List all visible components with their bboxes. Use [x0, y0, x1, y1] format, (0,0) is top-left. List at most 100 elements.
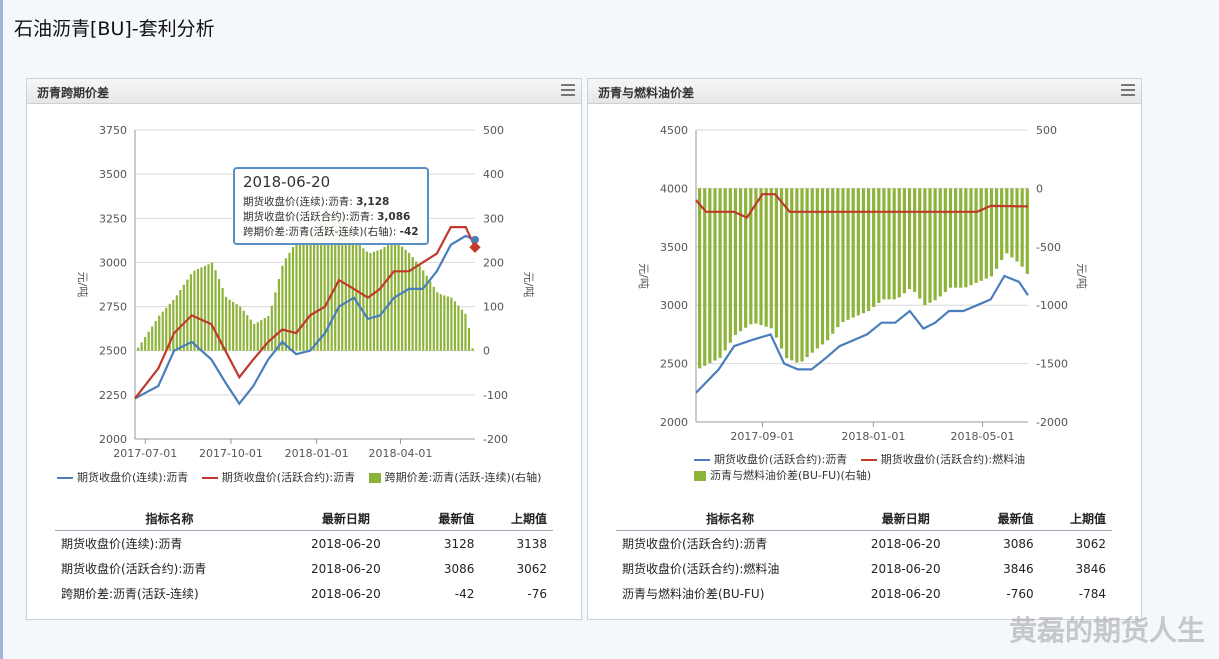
spread-bar	[718, 188, 722, 358]
y-right-tick-label: -500	[1036, 241, 1061, 254]
table-row: 期货收盘价(活跃合约):沥青 2018-06-20 3086 3062	[61, 561, 547, 577]
spread-bar	[270, 305, 273, 351]
spread-bar	[172, 299, 175, 351]
spread-bar	[351, 233, 354, 351]
spread-bar	[892, 188, 896, 300]
chart-legend: 期货收盘价(连续):沥青 期货收盘价(活跃合约):沥青 跨期价差:沥青(活跃-连…	[57, 469, 551, 485]
tooltip-line: 期货收盘价(活跃合约):沥青: 3,086	[243, 211, 411, 223]
x-tick-label: 2017-07-01	[113, 447, 177, 460]
spread-bar	[267, 315, 270, 351]
spread-bar	[200, 267, 203, 351]
spread-bar	[288, 252, 291, 351]
spread-bar	[158, 315, 161, 351]
spread-bar	[203, 265, 207, 351]
y-left-tick-label: 4500	[660, 124, 688, 137]
spread-bar	[210, 262, 214, 351]
table-row: 期货收盘价(活跃合约):沥青 2018-06-20 3086 3062	[622, 536, 1106, 552]
spread-bar	[759, 188, 763, 326]
spread-bar	[918, 188, 922, 299]
chart-intertemporal-spread: 3750350032503000275025002250200050040030…	[76, 124, 535, 460]
y-left-tick-label: 4000	[660, 182, 688, 195]
spread-bar	[989, 188, 994, 277]
spread-bar	[425, 275, 428, 351]
spread-bar	[744, 188, 748, 328]
chart-tooltip: 2018-06-20 期货收盘价(连续):沥青: 3,128 期货收盘价(活跃合…	[233, 167, 429, 245]
spread-bar	[182, 284, 185, 351]
spread-bar	[369, 253, 372, 351]
spread-bar	[810, 188, 814, 353]
y-right-tick-label: 200	[483, 256, 504, 269]
y-left-tick-label: 3000	[660, 299, 688, 312]
spread-bar	[439, 294, 442, 351]
x-tick-label: 2017-09-01	[730, 430, 794, 443]
spread-bar	[948, 188, 953, 288]
spread-bar	[897, 188, 901, 298]
spread-bar	[779, 188, 784, 349]
y-left-tick-label: 3000	[99, 256, 127, 269]
spread-bar	[846, 188, 850, 320]
spread-bar	[235, 304, 238, 351]
legend-item[interactable]: 期货收盘价(活跃合约):沥青	[201, 469, 355, 485]
tooltip-line: 跨期价差:沥青(活跃-连续)(右轴): -42	[243, 226, 419, 238]
spread-bar	[713, 188, 717, 361]
spread-bar	[1015, 188, 1019, 262]
spread-bar	[1000, 188, 1004, 260]
spread-bar	[774, 188, 778, 338]
spread-bar	[358, 244, 361, 351]
y-right-tick-label: -100	[483, 389, 508, 402]
spread-bar	[140, 342, 143, 351]
spread-bar	[365, 251, 368, 351]
legend-item[interactable]: 沥青与燃料油价差(BU-FU)(右轴)	[694, 467, 871, 483]
spread-bar	[291, 247, 295, 351]
menu-icon[interactable]	[1121, 84, 1135, 96]
spread-bar	[355, 241, 358, 351]
spread-bar	[933, 188, 937, 301]
legend-item[interactable]: 期货收盘价(活跃合约):沥青	[694, 451, 847, 467]
spread-bar	[281, 265, 284, 351]
spread-bar	[390, 242, 393, 351]
legend-item[interactable]: 跨期价差:沥青(活跃-连续)(右轴)	[368, 469, 541, 485]
spread-bar	[401, 246, 404, 351]
spread-bar	[790, 188, 794, 361]
window-edge	[0, 0, 3, 659]
legend-item[interactable]: 期货收盘价(活跃合约):燃料油	[860, 451, 1025, 467]
stats-table: 指标名称 最新日期 最新值 上期值 期货收盘价(连续):沥青 2018-06-20…	[55, 507, 553, 606]
spread-bar	[450, 297, 453, 351]
spread-bar	[856, 188, 860, 316]
legend-item[interactable]: 期货收盘价(连续):沥青	[57, 469, 188, 485]
spread-bar	[429, 281, 432, 351]
spread-bar	[974, 188, 978, 283]
spread-bar	[471, 348, 474, 351]
x-tick-label: 2017-10-01	[199, 447, 263, 460]
menu-icon[interactable]	[561, 84, 575, 96]
spread-bar	[436, 292, 439, 351]
spread-bar	[443, 295, 446, 351]
tooltip-line: 期货收盘价(连续):沥青: 3,128	[243, 196, 390, 208]
spread-bar	[432, 286, 435, 351]
panel-header: 沥青跨期价差	[27, 79, 581, 104]
spread-bar	[179, 290, 182, 351]
y-right-tick-label: 100	[483, 301, 504, 314]
spread-bar	[866, 188, 871, 312]
spread-bar	[851, 188, 855, 318]
spread-bar	[795, 188, 799, 363]
spread-bar	[193, 270, 196, 351]
y-left-tick-label: 3500	[660, 241, 688, 254]
spread-bar	[457, 305, 460, 351]
y-right-tick-label: -200	[483, 433, 508, 446]
spread-bar	[372, 251, 376, 351]
spread-bar	[984, 188, 988, 279]
spread-bar	[460, 309, 464, 351]
y-left-tick-label: 2250	[99, 389, 127, 402]
spread-bar	[703, 188, 707, 366]
spread-bar	[239, 306, 242, 351]
spread-bar	[943, 188, 947, 293]
spread-bar	[882, 188, 886, 300]
spread-bar	[376, 250, 379, 351]
panel-bu-fu-spread: 沥青与燃料油价差 4500 4000 3500 3000 2500 2000 500 0 -50…	[587, 78, 1142, 620]
y-left-tick-label: 3500	[99, 168, 127, 181]
y-right-tick-label: -1000	[1036, 299, 1068, 312]
spread-bar	[467, 328, 471, 351]
spread-bar	[186, 279, 189, 351]
spread-bar	[137, 347, 140, 351]
